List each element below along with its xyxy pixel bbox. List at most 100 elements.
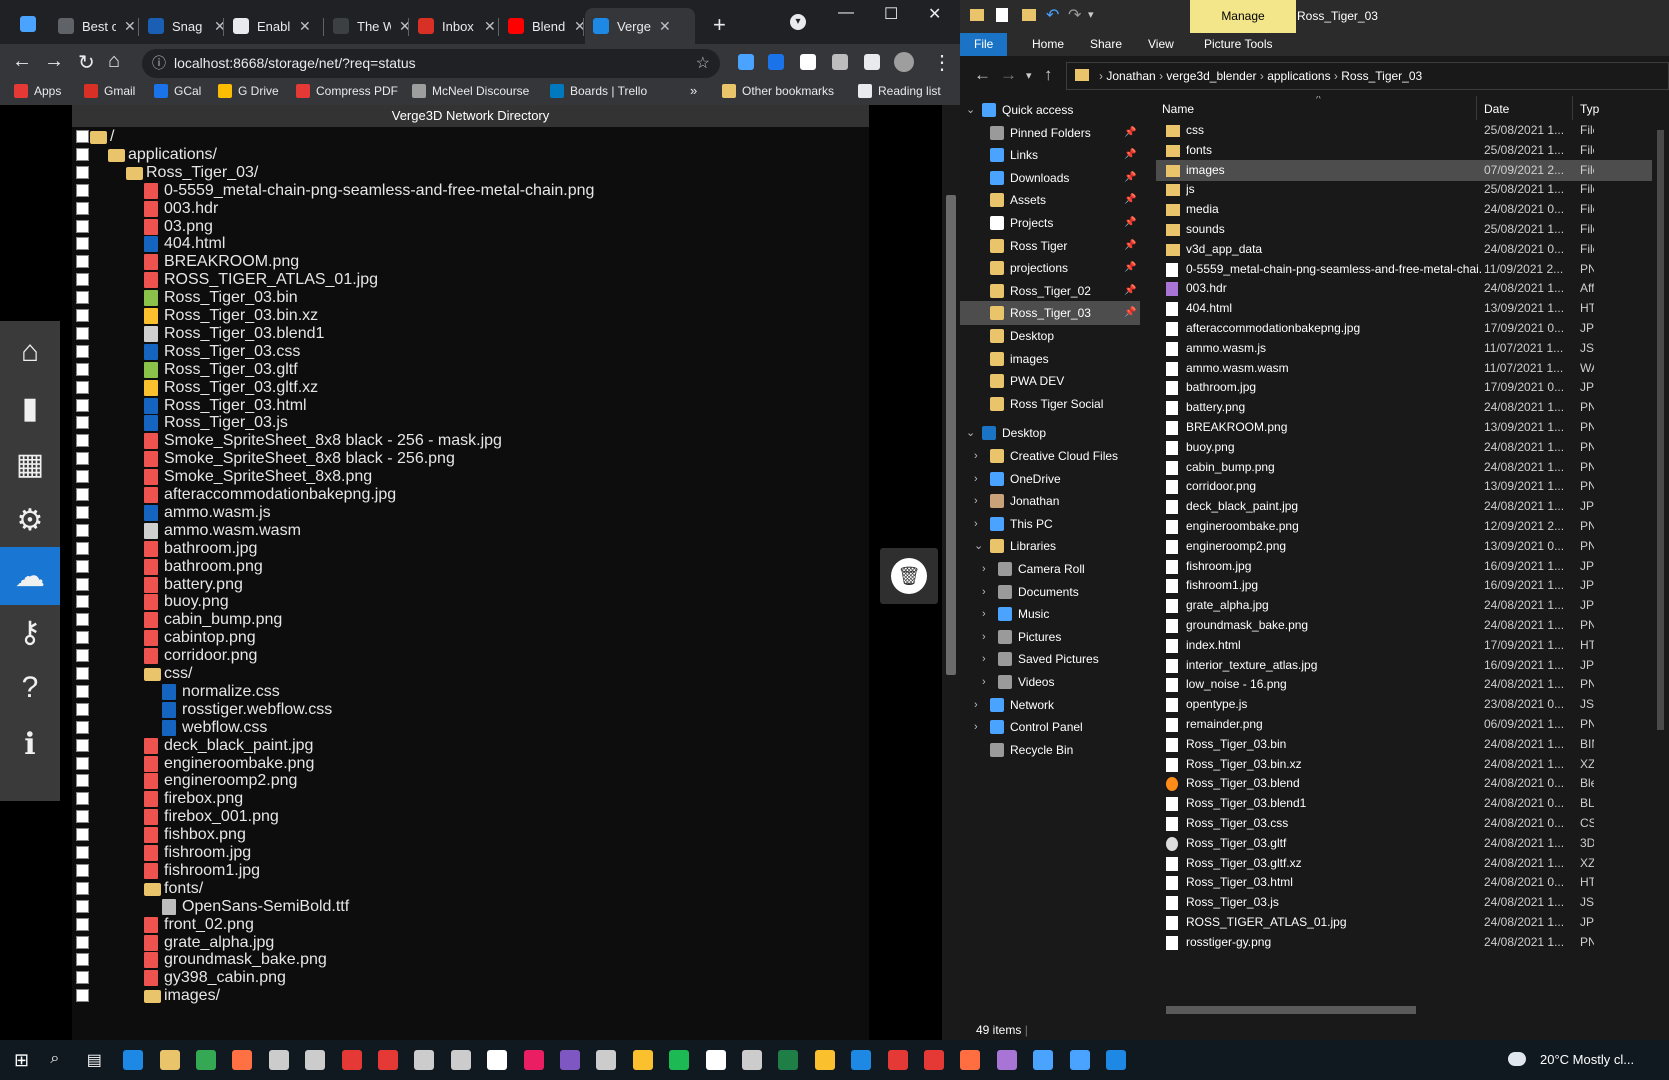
tree-file[interactable]: ROSS_TIGER_ATLAS_01.jpg xyxy=(72,270,869,289)
select-checkbox[interactable] xyxy=(76,720,89,734)
select-checkbox[interactable] xyxy=(76,309,89,322)
nav-item[interactable]: Downloads 📌 xyxy=(960,166,1140,190)
file-row[interactable]: Ross_Tiger_03.gltf 24/08/2021 1... 3D xyxy=(1156,833,1652,854)
bookmark-mcneel[interactable]: McNeel Discourse xyxy=(412,84,529,98)
select-checkbox[interactable] xyxy=(76,559,89,573)
file-row[interactable]: low_noise - 16.png 24/08/2021 1... PN xyxy=(1156,674,1652,695)
file-row[interactable]: corridoor.png 13/09/2021 1... PN xyxy=(1156,476,1652,497)
select-checkbox[interactable] xyxy=(76,917,89,931)
taskbar-app-icon[interactable] xyxy=(778,1050,799,1070)
expand-icon[interactable]: › xyxy=(982,647,986,671)
pin-icon[interactable]: 📌 xyxy=(1124,143,1136,167)
taskbar-app-icon[interactable] xyxy=(268,1050,289,1070)
expand-icon[interactable]: › xyxy=(974,715,978,739)
bookmark-gdrive[interactable]: G Drive xyxy=(218,84,279,98)
tree-folder[interactable]: css/ xyxy=(72,664,869,683)
tab-file[interactable]: File xyxy=(960,33,1008,56)
folder-row[interactable]: fonts 25/08/2021 1... File xyxy=(1156,140,1652,161)
tree-file[interactable]: battery.png xyxy=(72,575,869,594)
nav-item[interactable]: ⌄ Libraries xyxy=(960,534,1140,558)
close-tab-icon[interactable]: ✕ xyxy=(484,18,496,35)
pin-icon[interactable]: 📌 xyxy=(1124,301,1136,325)
help-icon[interactable]: ? xyxy=(0,659,60,717)
file-row[interactable]: interior_texture_atlas.jpg 16/09/2021 1..… xyxy=(1156,655,1652,676)
file-row[interactable]: 404.html 13/09/2021 1... HT xyxy=(1156,298,1652,319)
expand-icon[interactable]: › xyxy=(974,512,978,536)
key-icon[interactable]: ⚷ xyxy=(0,603,60,661)
scrollbar-thumb[interactable] xyxy=(946,195,956,675)
file-row[interactable]: Ross_Tiger_03.css 24/08/2021 0... CS xyxy=(1156,813,1652,834)
breadcrumb-item[interactable]: Ross_Tiger_03 xyxy=(1341,69,1422,83)
nav-item[interactable]: › Network xyxy=(960,693,1140,717)
breadcrumb-item[interactable]: applications xyxy=(1267,69,1330,83)
file-row[interactable]: Ross_Tiger_03.js 24/08/2021 1... JS I xyxy=(1156,892,1652,913)
nav-item[interactable]: Links 📌 xyxy=(960,143,1140,167)
select-checkbox[interactable] xyxy=(76,738,89,752)
nav-item[interactable]: ⌄ Desktop xyxy=(960,421,1140,445)
reload-icon[interactable]: ↻ xyxy=(78,50,95,75)
select-checkbox[interactable] xyxy=(76,846,89,859)
select-checkbox[interactable] xyxy=(76,595,89,609)
page-scrollbar[interactable] xyxy=(942,105,960,1040)
pin-icon[interactable]: 📌 xyxy=(1124,234,1136,258)
nav-item[interactable]: › Saved Pictures xyxy=(960,647,1140,671)
gear-icon[interactable]: ⚙ xyxy=(0,491,60,549)
select-checkbox[interactable] xyxy=(76,649,89,663)
site-info-icon[interactable]: ⓘ xyxy=(152,49,166,78)
select-checkbox[interactable] xyxy=(76,702,89,716)
pin-icon[interactable]: 📌 xyxy=(1124,121,1136,145)
folder-row[interactable]: images 07/09/2021 2... File xyxy=(1156,159,1652,181)
nav-item[interactable]: › Pictures xyxy=(960,625,1140,649)
tab-2[interactable]: Enabl ✕ xyxy=(225,8,311,44)
nav-item[interactable]: Recycle Bin xyxy=(960,738,1140,762)
nav-item[interactable]: Ross_Tiger_02 📌 xyxy=(960,279,1140,303)
select-checkbox[interactable] xyxy=(76,344,89,358)
tree-file[interactable]: deck_black_paint.jpg xyxy=(72,736,869,755)
tree-file[interactable]: corridoor.png xyxy=(72,646,869,665)
bookmark-apps[interactable]: Apps xyxy=(14,84,61,98)
select-checkbox[interactable] xyxy=(76,434,89,448)
select-checkbox[interactable] xyxy=(76,416,89,430)
nav-item[interactable]: › Music xyxy=(960,602,1140,626)
tree-file[interactable]: 003.hdr xyxy=(72,199,869,218)
tree-file[interactable]: firebox_001.png xyxy=(72,807,869,826)
expand-icon[interactable]: › xyxy=(982,557,986,581)
scrollbar-thumb[interactable] xyxy=(1166,1006,1416,1014)
tab-search-icon[interactable]: ▾ xyxy=(790,14,806,30)
select-checkbox[interactable] xyxy=(76,541,89,555)
tree-file[interactable]: grate_alpha.jpg xyxy=(72,933,869,952)
select-checkbox[interactable] xyxy=(76,291,89,305)
expand-icon[interactable]: › xyxy=(982,625,986,649)
taskbar-app-icon[interactable] xyxy=(232,1050,253,1070)
folder-row[interactable]: js 25/08/2021 1... File xyxy=(1156,179,1652,200)
taskbar-app-icon[interactable] xyxy=(305,1050,326,1070)
taskbar-app-icon[interactable] xyxy=(341,1050,362,1070)
taskbar-app-icon[interactable] xyxy=(960,1050,981,1070)
tree-folder[interactable]: Ross_Tiger_03/ xyxy=(72,163,869,182)
profile-avatar[interactable] xyxy=(894,52,914,72)
back-icon[interactable]: ← xyxy=(12,50,32,73)
tree-file[interactable]: buoy.png xyxy=(72,592,869,611)
tree-file[interactable]: 0-5559_metal-chain-png-seamless-and-free… xyxy=(72,181,869,200)
nav-item[interactable]: projections 📌 xyxy=(960,256,1140,280)
taskbar-app-icon[interactable] xyxy=(924,1050,944,1070)
column-date[interactable]: Date xyxy=(1484,102,1509,116)
tree-folder[interactable]: applications/ xyxy=(72,145,869,164)
file-row[interactable]: battery.png 24/08/2021 1... PN xyxy=(1156,397,1652,418)
file-icon[interactable]: ▮ xyxy=(0,379,60,437)
file-row[interactable]: Ross_Tiger_03.html 24/08/2021 0... HT xyxy=(1156,872,1652,893)
tab-5[interactable]: Blend ✕ xyxy=(500,8,586,44)
nav-item[interactable]: Desktop xyxy=(960,324,1140,348)
minimize-button[interactable]: — xyxy=(838,4,854,22)
folder-row[interactable]: css 25/08/2021 1... File xyxy=(1156,120,1652,141)
pin-icon[interactable]: 📌 xyxy=(1124,211,1136,235)
file-row[interactable]: engineroombake.png 12/09/2021 2... PN xyxy=(1156,516,1652,537)
pin-icon[interactable]: 📌 xyxy=(1124,188,1136,212)
nav-item[interactable]: Ross Tiger 📌 xyxy=(960,234,1140,258)
file-row[interactable]: fishroom1.jpg 16/09/2021 1... JPG xyxy=(1156,575,1652,596)
tab-4[interactable]: Inbox ✕ xyxy=(410,8,496,44)
taskbar-app-icon[interactable] xyxy=(887,1050,908,1070)
select-checkbox[interactable] xyxy=(76,237,89,251)
nav-item[interactable]: ⌄ Quick access xyxy=(960,98,1140,122)
taskbar-app-icon[interactable] xyxy=(487,1050,508,1070)
